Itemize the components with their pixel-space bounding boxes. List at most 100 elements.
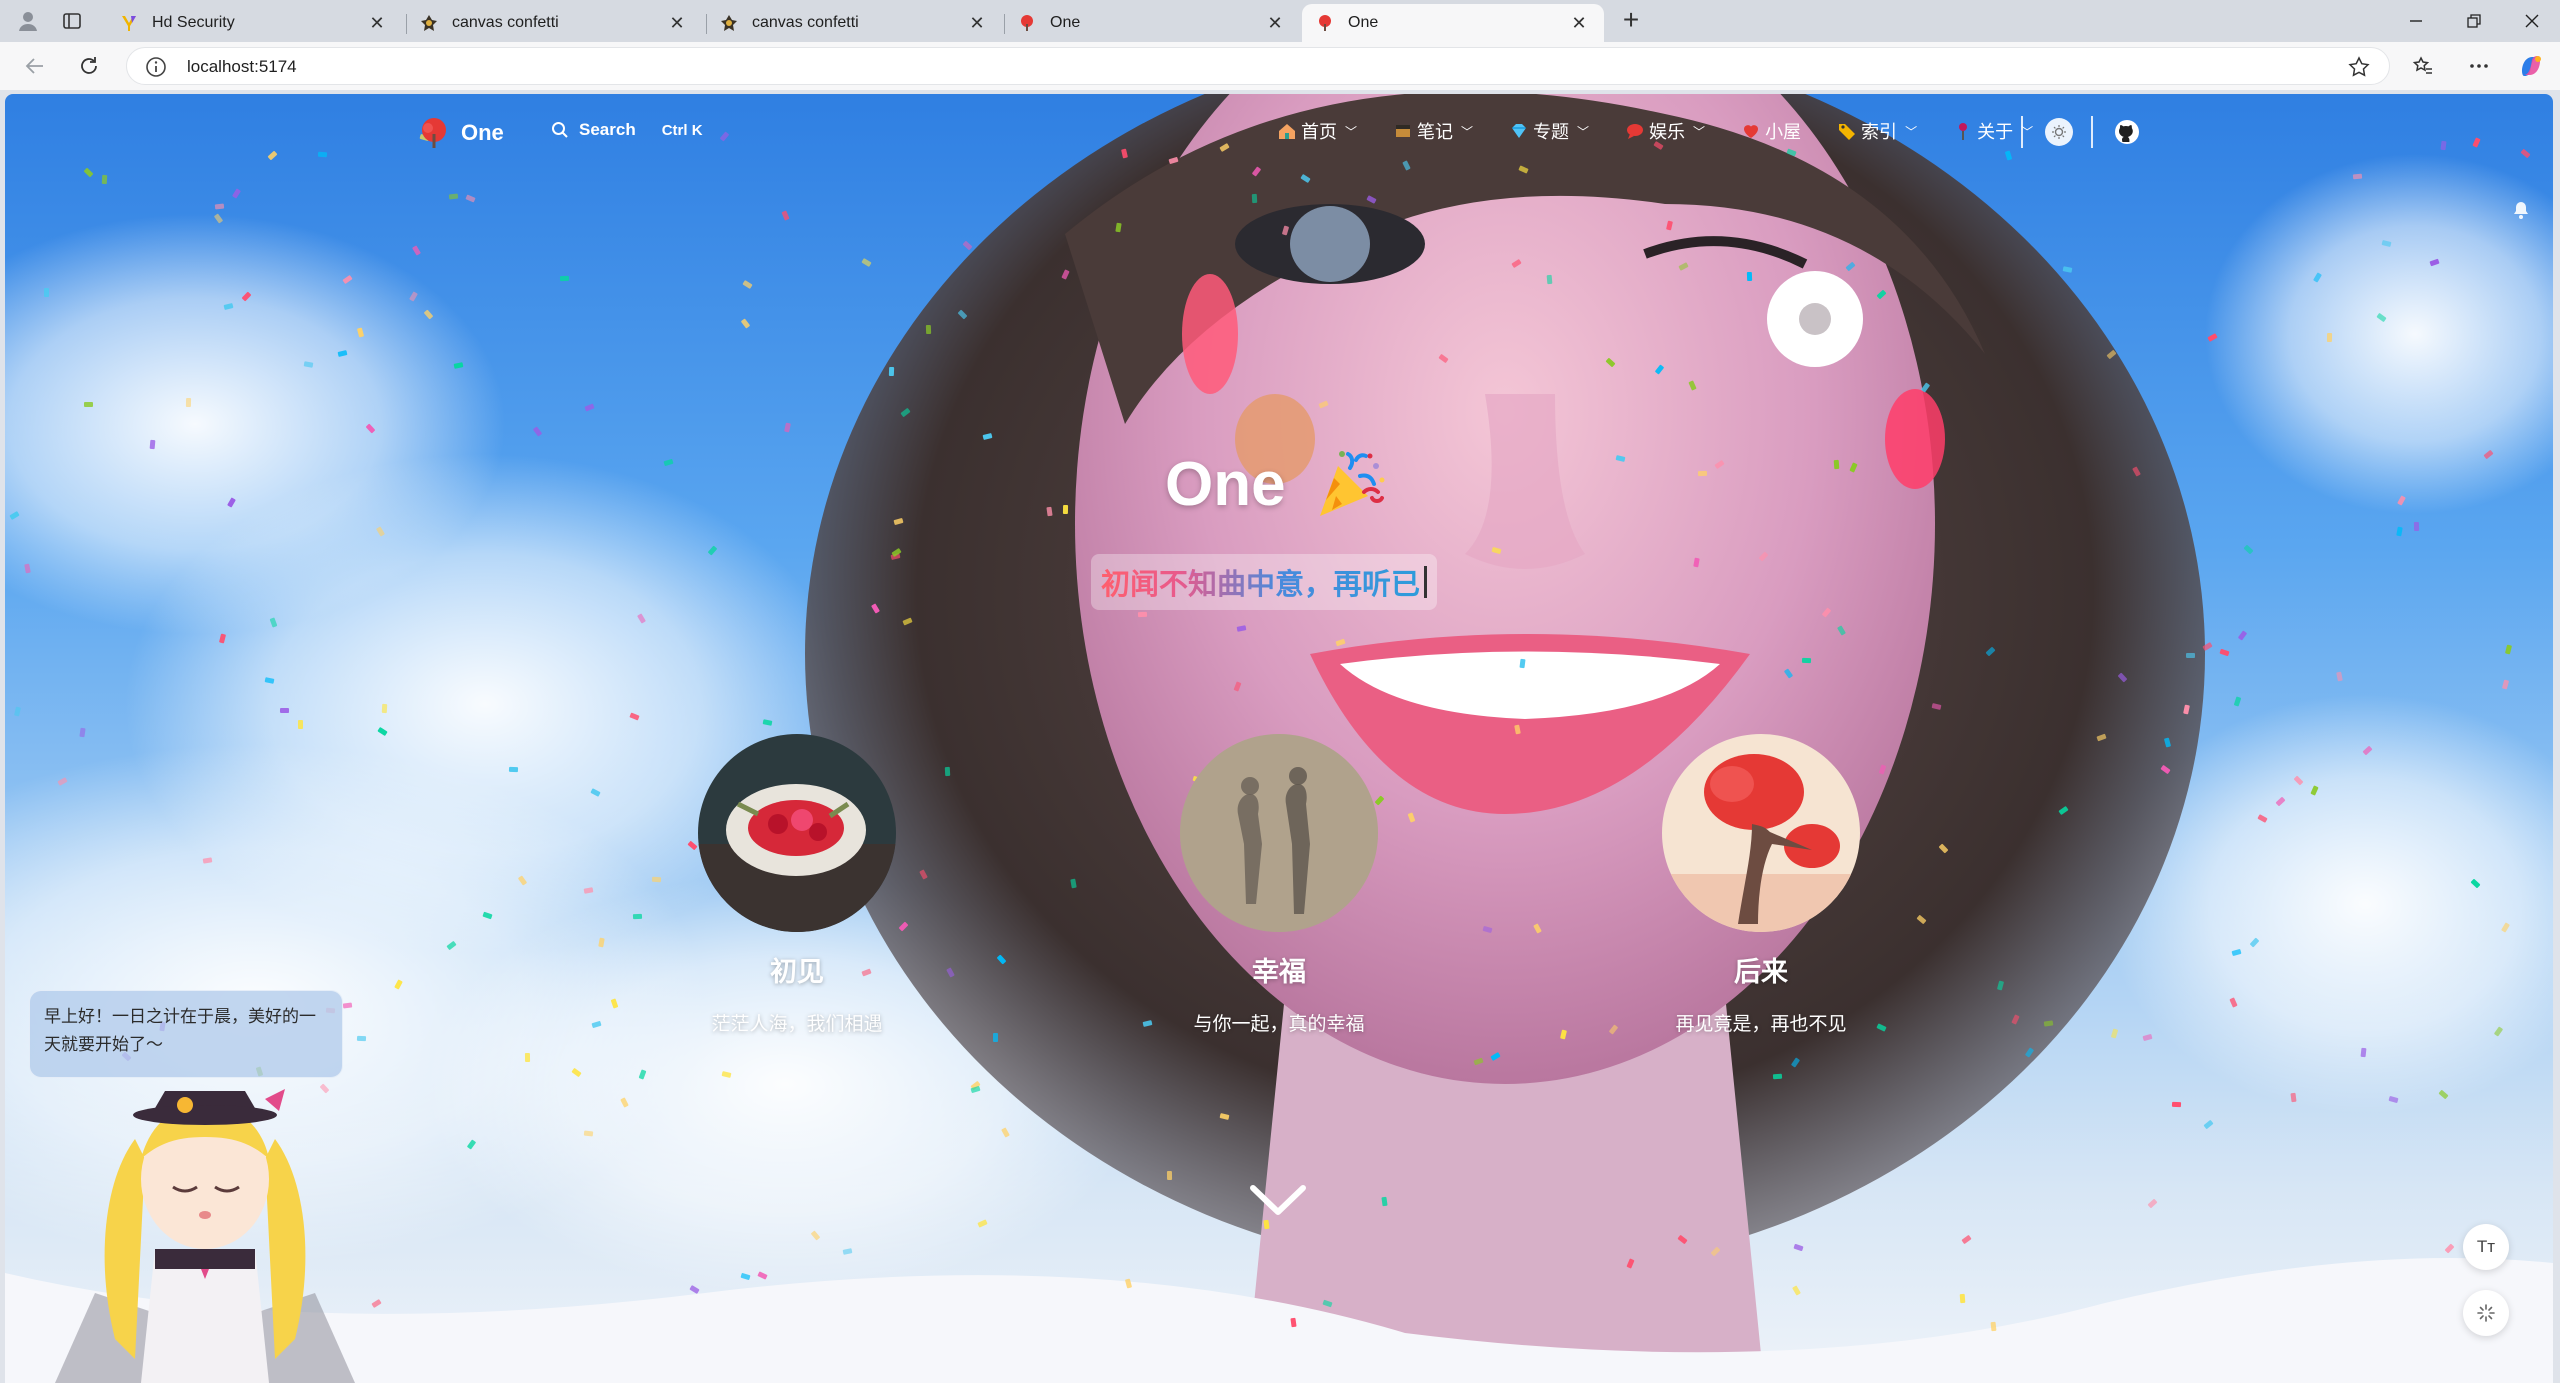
- nav-item-topics[interactable]: 专题 ﹀: [1509, 118, 1589, 144]
- nav-item-notes[interactable]: 笔记 ﹀: [1393, 118, 1473, 144]
- chevron-down-icon: ﹀: [1905, 124, 1918, 139]
- heart-icon: [1744, 125, 1759, 138]
- page-viewport: One Search Ctrl K 首页 ﹀ 笔记 ﹀ 专题 ﹀ 娱乐 ﹀ 小屋…: [5, 94, 2553, 1383]
- feature-card[interactable]: 初见 茫茫人海，我们相遇: [637, 734, 957, 1036]
- nav-item-cabin[interactable]: 小屋: [1741, 118, 1801, 144]
- confetti-piece: [381, 703, 388, 714]
- browser-tab-active[interactable]: One ✕: [1302, 4, 1604, 42]
- confetti-piece: [101, 174, 107, 184]
- flower-bouquet-image: [698, 734, 896, 932]
- nav-item-fun[interactable]: 娱乐 ﹀: [1625, 118, 1705, 144]
- card-title: 幸福: [1252, 957, 1306, 987]
- confetti-piece: [2360, 1047, 2367, 1058]
- address-text[interactable]: localhost:5174: [187, 57, 297, 77]
- confetti-piece: [448, 193, 459, 200]
- card-image[interactable]: [1662, 734, 1860, 932]
- confetti-piece: [560, 276, 570, 282]
- one-logo-favicon: [1316, 14, 1334, 32]
- new-tab-button[interactable]: +: [1614, 6, 1648, 36]
- confetti-piece: [1251, 194, 1258, 204]
- card-image[interactable]: [1180, 734, 1378, 932]
- close-icon[interactable]: ✕: [1264, 12, 1286, 34]
- chat-bubble-icon: [1627, 124, 1644, 139]
- confetti-piece: [1137, 611, 1147, 618]
- confetti-piece: [925, 325, 931, 335]
- profile-icon[interactable]: [12, 6, 44, 36]
- nav-divider: [2021, 116, 2023, 148]
- chevron-down-icon: ﹀: [1577, 124, 1590, 139]
- confetti-piece: [356, 1035, 367, 1042]
- tab-title: canvas confetti: [752, 14, 859, 31]
- one-logo-favicon: [1018, 14, 1036, 32]
- confetti-piece: [1697, 470, 1708, 477]
- confetti-piece: [2186, 652, 2196, 659]
- confetti-piece: [1063, 505, 1069, 515]
- site-logo-text[interactable]: One: [461, 120, 504, 146]
- chevron-down-icon: ﹀: [1461, 124, 1474, 139]
- copilot-icon[interactable]: [2514, 50, 2548, 82]
- chevron-down-icon: ﹀: [1345, 124, 1358, 139]
- tab-actions-icon[interactable]: [56, 6, 88, 36]
- close-icon[interactable]: ✕: [1568, 12, 1590, 34]
- search-label: Search: [579, 120, 636, 139]
- confetti-piece: [1959, 1293, 1966, 1303]
- font-size-button[interactable]: Tт: [2463, 1224, 2509, 1270]
- browser-tab[interactable]: canvas confetti ✕: [406, 4, 702, 42]
- notebook-icon: [1396, 125, 1411, 137]
- chevron-down-icon[interactable]: [1249, 1182, 1307, 1218]
- nav-item-index[interactable]: 索引 ﹀: [1837, 118, 1917, 144]
- card-description: 茫茫人海，我们相遇: [711, 1014, 883, 1035]
- github-icon[interactable]: [2113, 118, 2141, 146]
- sparkle-icon: [2477, 1304, 2495, 1322]
- house-icon: [1279, 124, 1295, 139]
- confetti-piece: [1546, 274, 1553, 285]
- theme-toggle-button[interactable]: [2045, 118, 2073, 146]
- tab-title: One: [1348, 14, 1379, 31]
- close-icon[interactable]: ✕: [366, 12, 388, 34]
- confetti-piece: [84, 401, 94, 407]
- tab-strip: Hd Security ✕ canvas confetti ✕ canvas c…: [0, 0, 2560, 42]
- confetti-piece: [1772, 1073, 1783, 1079]
- site-search-button[interactable]: Search Ctrl K: [551, 120, 703, 140]
- card-image[interactable]: [698, 734, 896, 932]
- sparkle-effect-button[interactable]: [2463, 1290, 2509, 1336]
- red-tree-image: [1662, 734, 1860, 932]
- site-info-icon[interactable]: [145, 56, 167, 78]
- address-bar[interactable]: localhost:5174: [126, 47, 2390, 85]
- browser-tab[interactable]: canvas confetti ✕: [706, 4, 1002, 42]
- nav-label: 索引: [1861, 122, 1898, 142]
- live2d-mascot[interactable]: [25, 1069, 385, 1383]
- bell-icon[interactable]: [2511, 200, 2531, 220]
- tab-title: One: [1050, 14, 1081, 31]
- search-shortcut: Ctrl K: [661, 121, 703, 139]
- confetti-piece: [186, 398, 192, 408]
- favorites-icon[interactable]: [2406, 50, 2440, 82]
- restore-icon[interactable]: [2454, 6, 2494, 36]
- confetti-piece: [2326, 333, 2333, 343]
- nav-item-home[interactable]: 首页 ﹀: [1277, 118, 1357, 144]
- close-icon[interactable]: ✕: [666, 12, 688, 34]
- more-menu-icon[interactable]: [2462, 50, 2496, 82]
- window-close-icon[interactable]: [2512, 6, 2552, 36]
- nav-label: 小屋: [1765, 122, 1802, 142]
- reload-icon[interactable]: [72, 50, 106, 82]
- site-logo[interactable]: One: [417, 116, 504, 150]
- feature-card[interactable]: 幸福 与你一起，真的幸福: [1119, 734, 1439, 1036]
- confetti-piece: [993, 1032, 999, 1042]
- nav-label: 笔记: [1417, 122, 1454, 142]
- back-arrow-icon[interactable]: [18, 50, 52, 82]
- browser-tab[interactable]: Hd Security ✕: [106, 4, 402, 42]
- confetti-piece: [584, 886, 594, 894]
- confetti-piece: [342, 1002, 352, 1009]
- minimize-icon[interactable]: [2396, 6, 2436, 36]
- feature-card[interactable]: 后来 再见竟是，再也不见: [1601, 734, 1921, 1036]
- browser-tab[interactable]: One ✕: [1004, 4, 1300, 42]
- favorite-star-icon[interactable]: [2347, 55, 2371, 79]
- nav-label: 娱乐: [1649, 122, 1686, 142]
- close-icon[interactable]: ✕: [966, 12, 988, 34]
- gem-icon: [1512, 124, 1527, 138]
- confetti-piece: [202, 856, 212, 864]
- confetti-piece: [2439, 141, 2447, 151]
- hero-title: One: [1165, 446, 1388, 522]
- card-description: 再见竟是，再也不见: [1675, 1014, 1847, 1035]
